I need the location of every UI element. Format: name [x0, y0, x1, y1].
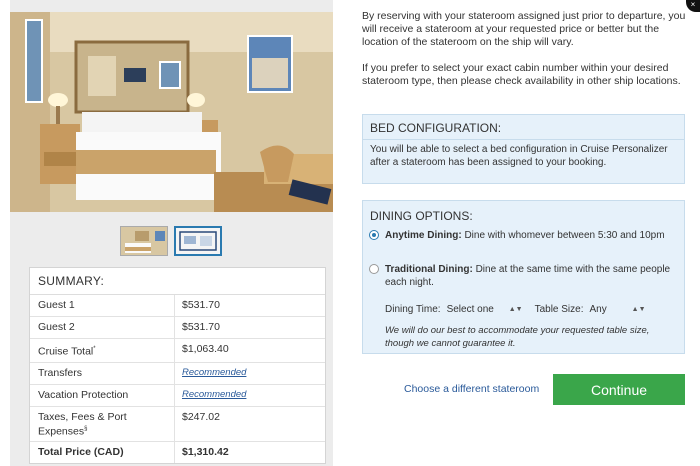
footnote-marker: *: [93, 346, 96, 352]
stateroom-photo: [10, 12, 333, 212]
dining-option-traditional[interactable]: Traditional Dining: Dine at the same tim…: [369, 263, 679, 289]
row-value: $531.70: [182, 299, 220, 311]
row-label: Guest 1: [30, 295, 175, 316]
table-size-note: We will do our best to accommodate your …: [385, 325, 650, 349]
bed-configuration-text-line-1: You will be able to select a bed configu…: [370, 144, 668, 155]
vacation-protection-recommended-link[interactable]: Recommended: [175, 385, 253, 406]
choose-different-stateroom-link[interactable]: Choose a different stateroom: [404, 383, 539, 395]
summary-row-cruise-total: Cruise Total* $1,063.40: [30, 339, 325, 363]
bed-configuration-box: BED CONFIGURATION: You will be able to s…: [362, 114, 685, 184]
option-name: Anytime Dining:: [385, 230, 462, 241]
row-label: Vacation Protection: [30, 384, 175, 406]
photo-thumbnails: [120, 226, 222, 256]
row-value: $247.02: [182, 410, 220, 423]
row-value: $1,310.42: [182, 446, 229, 458]
summary-row-guest-2: Guest 2 $531.70: [30, 317, 325, 339]
summary-row-guest-1: Guest 1 $531.70: [30, 295, 325, 317]
cabin-select-info-text: If you prefer to select your exact cabin…: [362, 62, 681, 87]
radio-unselected-icon[interactable]: [369, 264, 379, 274]
table-size-label: Table Size:: [534, 304, 584, 315]
summary-title: SUMMARY:: [30, 268, 325, 295]
row-label: Cruise Total: [38, 345, 94, 358]
option-description: Dine with whomever between 5:30 and 10pm: [464, 230, 665, 241]
summary-row-total-price: Total Price (CAD) $1,310.42: [30, 442, 325, 463]
chevron-updown-icon: ▲▼: [631, 306, 646, 313]
continue-button[interactable]: Continue: [553, 374, 685, 405]
price-summary: SUMMARY: Guest 1 $531.70 Guest 2 $531.70…: [29, 267, 326, 464]
summary-row-taxes: Taxes, Fees & Port Expenses§ $247.02: [30, 406, 325, 442]
thumbnail-floorplan[interactable]: [174, 226, 222, 256]
radio-selected-icon[interactable]: [369, 230, 379, 240]
close-icon[interactable]: ×: [686, 0, 700, 12]
dining-time-select[interactable]: Select one ▲▼: [444, 304, 525, 315]
summary-row-transfers: Transfers Recommended: [30, 362, 325, 385]
dining-time-label: Dining Time:: [385, 304, 441, 315]
dining-time-value: Select one: [446, 304, 494, 315]
chevron-updown-icon: ▲▼: [508, 306, 523, 313]
footnote-marker: §: [84, 425, 88, 432]
row-label: Guest 2: [30, 317, 175, 338]
table-size-value: Any: [589, 304, 607, 315]
dining-preferences: Dining Time: Select one ▲▼ Table Size: A…: [385, 304, 658, 315]
row-value: $531.70: [182, 321, 220, 333]
dining-options-box: DINING OPTIONS: Anytime Dining: Dine wit…: [362, 200, 685, 354]
assignment-info-text: By reserving with your stateroom assigne…: [362, 10, 686, 48]
table-size-select[interactable]: Any ▲▼: [587, 304, 648, 315]
option-name: Traditional Dining:: [385, 264, 473, 275]
row-label: Transfers: [30, 362, 175, 384]
thumbnail-bedroom[interactable]: [120, 226, 168, 256]
bed-configuration-title: BED CONFIGURATION:: [363, 115, 684, 140]
row-value: $1,063.40: [182, 343, 229, 355]
summary-row-vacation-protection: Vacation Protection Recommended: [30, 384, 325, 407]
bed-configuration-text-line-2: after a stateroom has been assigned to y…: [370, 157, 607, 168]
dining-option-anytime[interactable]: Anytime Dining: Dine with whomever betwe…: [369, 229, 679, 242]
transfers-recommended-link[interactable]: Recommended: [175, 363, 253, 384]
stateroom-panel: SUMMARY: Guest 1 $531.70 Guest 2 $531.70…: [10, 0, 333, 466]
row-label: Taxes, Fees & Port Expenses: [38, 410, 127, 437]
row-label: Total Price (CAD): [30, 442, 175, 463]
dining-options-title: DINING OPTIONS:: [370, 209, 473, 223]
